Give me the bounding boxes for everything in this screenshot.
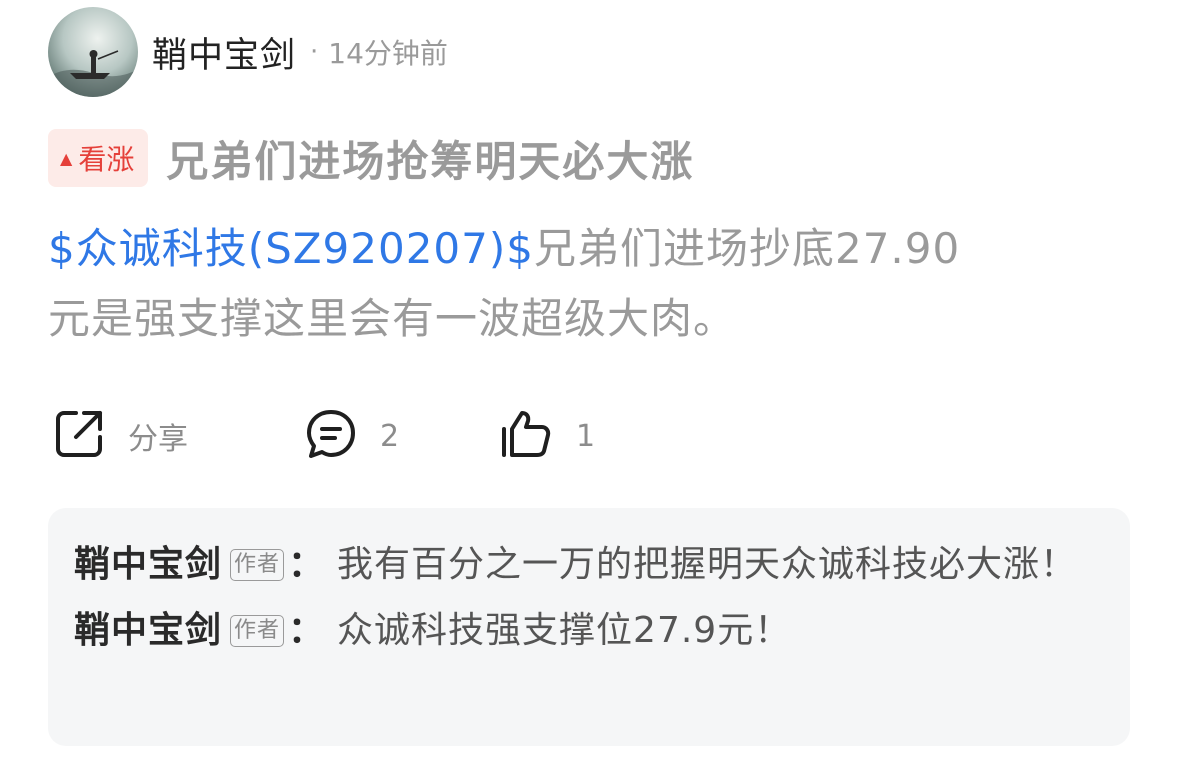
share-button[interactable]: 分享 (52, 405, 188, 467)
share-icon (52, 407, 106, 465)
comment-author[interactable]: 鞘中宝剑 (74, 610, 222, 651)
author-name[interactable]: 鞘中宝剑 (152, 27, 296, 78)
comment-button[interactable]: 2 (304, 405, 399, 467)
comment-item: 鞘中宝剑 作者： 我有百分之一万的把握明天众诚科技必大涨！ (74, 536, 1104, 594)
tag-label: 看涨 (78, 143, 135, 176)
post-body-text-1: 兄弟们进场抄底27.90 (533, 224, 961, 273)
like-count: 1 (576, 418, 596, 454)
comment-author[interactable]: 鞘中宝剑 (74, 544, 222, 585)
comment-preview[interactable]: 鞘中宝剑 作者： 我有百分之一万的把握明天众诚科技必大涨！ 鞘中宝剑 作者： 众诚科技强… (48, 508, 1130, 746)
avatar[interactable] (48, 7, 138, 97)
author-badge: 作者 (230, 615, 285, 647)
post-time: 14分钟前 (328, 37, 448, 70)
post-body-text-2: 元是强支撑这里会有一波超级大肉。 (48, 294, 737, 343)
action-bar: 分享 2 1 (52, 405, 1132, 467)
post-header: 鞘中宝剑 · 14分钟前 (48, 6, 448, 98)
share-label: 分享 (128, 422, 188, 457)
comment-text: 我有百分之一万的把握明天众诚科技必大涨！ (337, 544, 1078, 585)
comment-text: 众诚科技强支撑位27.9元！ (337, 610, 792, 651)
thumbs-up-icon (498, 407, 554, 465)
stock-link[interactable]: $众诚科技(SZ920207)$ (48, 224, 534, 273)
comment-icon (304, 407, 358, 465)
like-button[interactable]: 1 (498, 405, 595, 467)
post-title: 兄弟们进场抢筹明天必大涨 (166, 136, 695, 186)
comment-colon: ： (288, 610, 326, 651)
separator-dot: · (310, 37, 319, 67)
title-row: ▲ 看涨 兄弟们进场抢筹明天必大涨 (48, 128, 694, 188)
bullish-tag: ▲ 看涨 (48, 129, 149, 187)
triangle-up-icon: ▲ (60, 148, 73, 168)
comment-count: 2 (380, 418, 400, 454)
author-badge: 作者 (230, 549, 285, 581)
post-body: $众诚科技(SZ920207)$兄弟们进场抄底27.90 元是强支撑这里会有一波… (48, 214, 1128, 354)
comment-colon: ： (288, 544, 326, 585)
comment-item: 鞘中宝剑 作者： 众诚科技强支撑位27.9元！ (74, 602, 1104, 660)
